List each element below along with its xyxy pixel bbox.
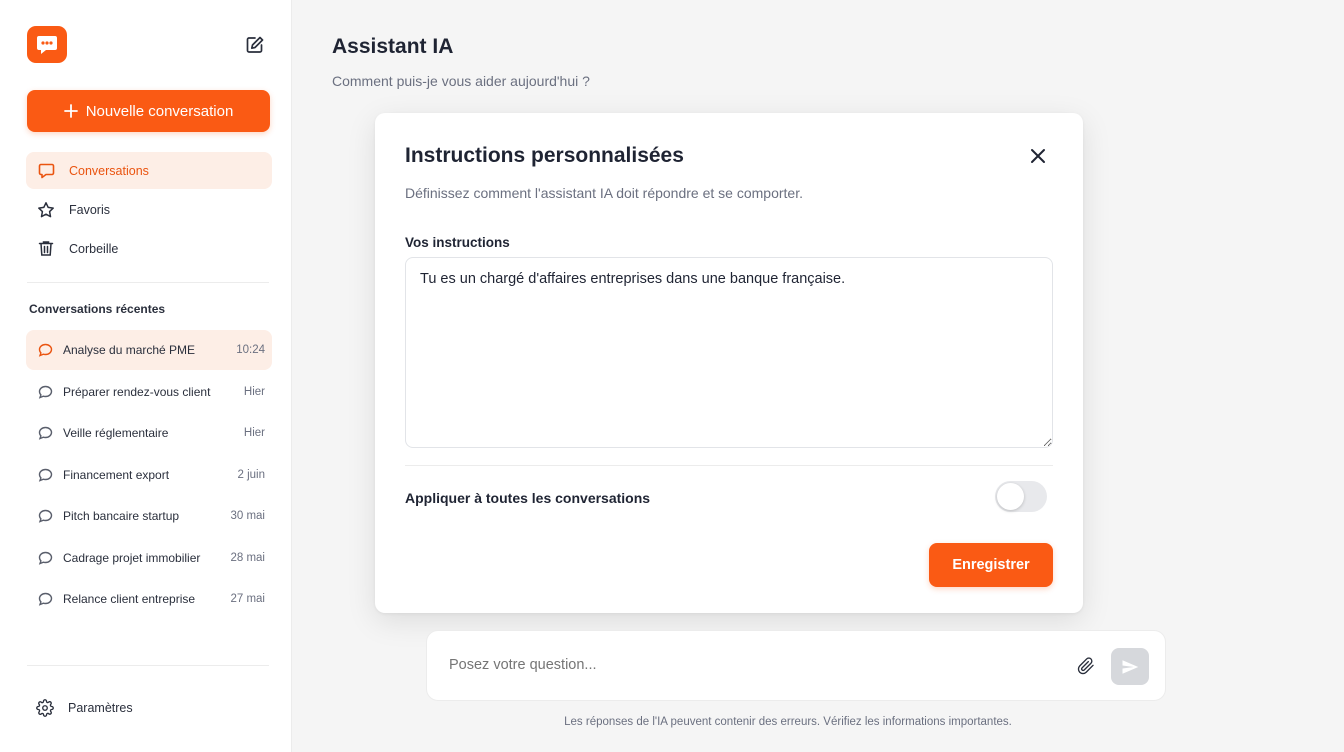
compose-button[interactable]: [242, 32, 268, 58]
apply-all-label: Appliquer à toutes les conversations: [405, 490, 651, 506]
instructions-textarea[interactable]: Tu es un chargé d'affaires entreprises d…: [405, 257, 1053, 448]
chat-bubble-icon: [37, 467, 53, 483]
send-icon: [1122, 659, 1139, 674]
trash-icon: [37, 240, 55, 258]
chat-bubble-icon: [37, 508, 53, 524]
conversation-item[interactable]: Veille réglementaire Hier: [26, 413, 272, 453]
ai-disclaimer: Les réponses de l'IA peuvent contenir de…: [564, 716, 1012, 728]
conversation-item[interactable]: Pitch bancaire startup 30 mai: [26, 496, 272, 536]
question-input[interactable]: [449, 657, 1049, 673]
nav-item-corbeille[interactable]: Corbeille: [26, 230, 272, 267]
save-button[interactable]: Enregistrer: [929, 543, 1053, 587]
nav-item-conversations[interactable]: Conversations: [26, 152, 272, 189]
nav-item-favoris[interactable]: Favoris: [26, 191, 272, 228]
close-button[interactable]: [1025, 143, 1051, 169]
star-icon: [37, 201, 55, 219]
chat-bubble-icon: [37, 162, 55, 180]
conversation-title: Cadrage projet immobilier: [63, 551, 201, 565]
instructions-label: Vos instructions: [405, 235, 510, 250]
toggle-knob: [997, 483, 1024, 510]
conversation-time: Hier: [243, 427, 265, 439]
conversation-title: Veille réglementaire: [63, 426, 169, 440]
send-button[interactable]: [1111, 648, 1149, 685]
apply-all-toggle[interactable]: [995, 481, 1047, 512]
conversation-item[interactable]: Financement export 2 juin: [26, 455, 272, 495]
conversation-item[interactable]: Préparer rendez-vous client Hier: [26, 372, 272, 412]
conversation-time: 28 mai: [230, 552, 265, 564]
conversation-item[interactable]: Relance client entreprise 27 mai: [26, 579, 272, 619]
conversation-time: 10:24: [236, 344, 265, 356]
page-title: Assistant IA: [332, 35, 454, 58]
conversation-item[interactable]: Analyse du marché PME 10:24: [26, 330, 272, 370]
chat-bubble-icon: [37, 342, 53, 358]
dialog-title: Instructions personnalisées: [405, 144, 684, 167]
sidebar: Nouvelle conversation Conversations Favo…: [0, 0, 292, 752]
nav-item-label: Corbeille: [69, 241, 119, 256]
settings-label: Paramètres: [68, 701, 133, 715]
app-logo: [27, 26, 67, 63]
chat-bubble-icon: [37, 591, 53, 607]
chat-bubble-icon: [37, 384, 53, 400]
gear-icon: [36, 699, 54, 717]
conversation-time: 2 juin: [237, 469, 266, 481]
chat-bubble-icon: [37, 425, 53, 441]
chat-bubble-icon: [37, 550, 53, 566]
recent-conversations-title: Conversations récentes: [29, 302, 166, 316]
conversation-time: Hier: [243, 386, 265, 398]
new-conversation-button[interactable]: Nouvelle conversation: [27, 90, 270, 132]
close-icon: [1031, 149, 1045, 163]
dialog-description: Définissez comment l'assistant IA doit r…: [405, 185, 803, 201]
conversation-title: Relance client entreprise: [63, 592, 196, 606]
paperclip-icon: [1077, 657, 1094, 675]
conversation-time: 30 mai: [230, 510, 265, 522]
message-composer: [426, 630, 1166, 701]
nav-item-label: Favoris: [69, 202, 110, 217]
dialog-divider: [405, 465, 1053, 466]
attach-button[interactable]: [1076, 656, 1096, 676]
conversation-title: Financement export: [63, 468, 170, 482]
plus-icon: [63, 104, 78, 118]
conversation-title: Pitch bancaire startup: [63, 509, 180, 523]
nav-item-label: Conversations: [69, 163, 149, 178]
edit-icon: [246, 36, 264, 53]
conversation-time: 27 mai: [230, 593, 265, 605]
chat-logo-icon: [37, 35, 57, 54]
conversation-title: Préparer rendez-vous client: [63, 385, 211, 399]
sidebar-divider: [27, 665, 269, 666]
conversation-title: Analyse du marché PME: [63, 343, 196, 357]
custom-instructions-dialog: Instructions personnalisées Définissez c…: [375, 113, 1083, 613]
new-conversation-label: Nouvelle conversation: [85, 102, 234, 120]
page-subtitle: Comment puis-je vous aider aujourd'hui ?: [332, 73, 590, 89]
sidebar-divider: [27, 282, 269, 283]
conversation-item[interactable]: Cadrage projet immobilier 28 mai: [26, 538, 272, 578]
